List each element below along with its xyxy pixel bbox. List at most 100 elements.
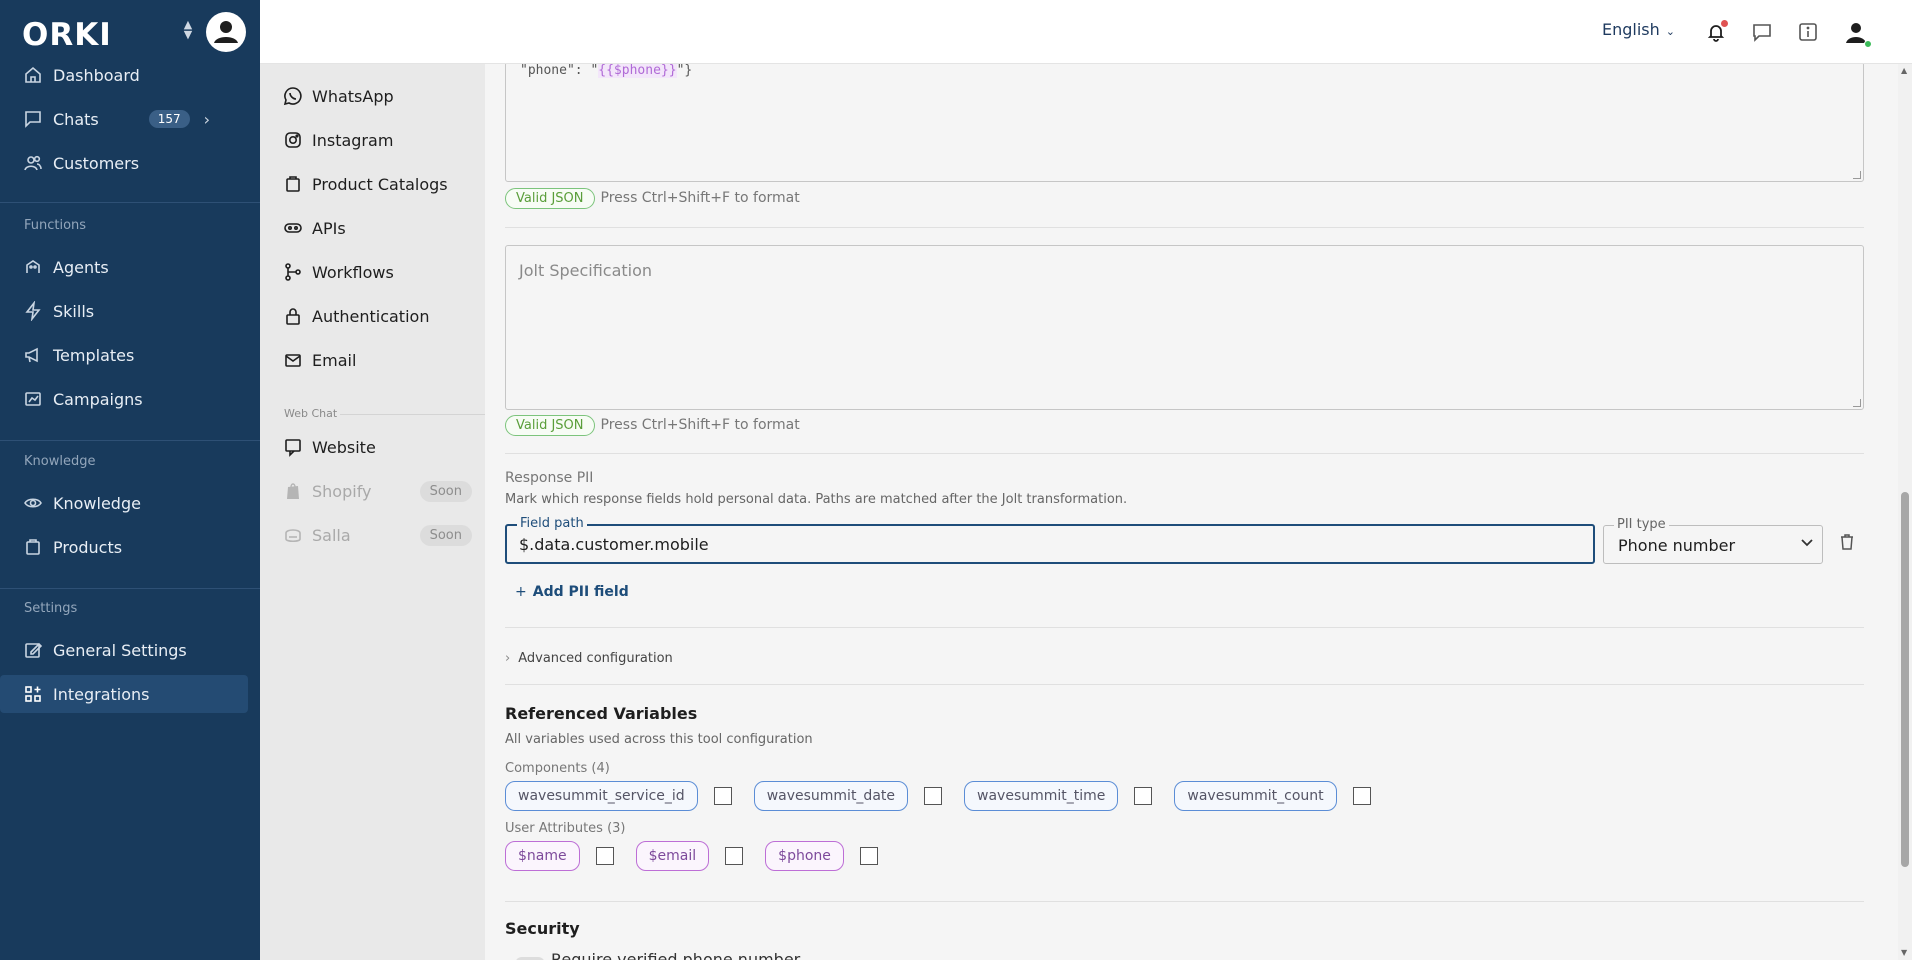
nav-campaigns-label: Campaigns <box>53 389 143 409</box>
nav-templates-label: Templates <box>53 345 135 365</box>
code-variable: {{$phone}} <box>598 64 677 78</box>
nav-agents[interactable]: Agents <box>0 248 248 286</box>
subnav-workflows-label: Workflows <box>312 262 394 282</box>
jolt-validation-row: Valid JSON Press Ctrl+Shift+F to format <box>505 413 800 437</box>
info-icon[interactable] <box>1795 19 1821 45</box>
nav-integrations-label: Integrations <box>53 684 150 704</box>
sidebar-avatar[interactable] <box>206 12 246 52</box>
subnav-authentication-label: Authentication <box>312 306 430 326</box>
settings-section-label: Settings <box>24 601 78 616</box>
component-checkbox[interactable] <box>924 787 943 805</box>
language-selector[interactable]: English ⌄ <box>1602 20 1675 39</box>
jolt-placeholder: Jolt Specification <box>519 261 653 280</box>
soon-badge: Soon <box>419 524 472 546</box>
field-path-input[interactable]: Field path $.data.customer.mobile <box>505 516 1595 564</box>
jolt-spec-editor[interactable]: Jolt Specification <box>505 245 1864 410</box>
referenced-variables-title: Referenced Variables <box>505 704 698 723</box>
user-attr-chip[interactable]: $name <box>505 841 580 871</box>
app-root: ORKI ▲▼ Dashboard Chats 157 › Customers <box>0 0 1912 960</box>
scroll-thumb[interactable] <box>1901 492 1909 867</box>
bell-icon[interactable] <box>1703 19 1729 45</box>
component-chip[interactable]: wavesummit_count <box>1174 781 1337 811</box>
subnav-apis[interactable]: APIs <box>282 212 472 244</box>
nav-knowledge[interactable]: Knowledge <box>0 484 248 522</box>
pii-type-select[interactable]: PII type Phone number <box>1603 517 1823 564</box>
bag-icon <box>282 173 304 195</box>
request-body-editor[interactable]: "phone": "{{$phone}}"} <box>505 64 1864 182</box>
response-pii-label: Response PII <box>505 470 594 486</box>
subnav-email-label: Email <box>312 350 357 370</box>
nav-products[interactable]: Products <box>0 528 248 566</box>
users-icon <box>22 152 44 174</box>
user-attr-checkbox[interactable] <box>725 847 744 865</box>
user-attr-chip[interactable]: $email <box>635 841 710 871</box>
bolt-icon <box>22 300 44 322</box>
subnav-workflows[interactable]: Workflows <box>282 256 472 288</box>
scroll-down-icon[interactable]: ▼ <box>1901 948 1907 957</box>
webchat-section-label: Web Chat <box>284 407 338 420</box>
nav-skills-label: Skills <box>53 301 95 321</box>
advanced-label: Advanced configuration <box>518 651 673 666</box>
user-attributes-chip-row: $name $email $phone <box>505 841 900 871</box>
brand: ORKI ▲ ▼ <box>22 12 252 53</box>
edit-icon <box>22 639 44 661</box>
subnav-authentication[interactable]: Authentication <box>282 300 472 332</box>
language-label: English <box>1602 20 1660 39</box>
top-header: English ⌄ <box>260 0 1912 64</box>
body-validation-row: Valid JSON Press Ctrl+Shift+F to format <box>505 186 800 210</box>
response-pii-description: Mark which response fields hold personal… <box>505 492 1128 507</box>
org-switch-icon[interactable]: ▲ ▼ <box>178 19 198 44</box>
component-checkbox[interactable] <box>713 787 732 805</box>
website-chat-icon <box>282 436 304 458</box>
message-icon[interactable] <box>1749 19 1775 45</box>
components-chip-row: wavesummit_service_id wavesummit_date wa… <box>505 781 1393 811</box>
chevron-right-icon[interactable]: › <box>204 110 210 129</box>
nav-general-settings[interactable]: General Settings <box>0 631 248 669</box>
subnav-product-catalogs[interactable]: Product Catalogs <box>282 168 472 200</box>
nav-chats[interactable]: Chats 157 › <box>0 100 248 138</box>
pii-type-label: PII type <box>1614 517 1669 532</box>
campaign-icon <box>22 388 44 410</box>
component-chip[interactable]: wavesummit_service_id <box>505 781 698 811</box>
trash-icon[interactable] <box>1837 532 1857 552</box>
resize-handle[interactable] <box>1853 399 1861 407</box>
valid-json-badge: Valid JSON <box>505 187 595 209</box>
subnav-instagram[interactable]: Instagram <box>282 124 472 156</box>
subnav-shopify: Shopify Soon <box>282 475 472 507</box>
component-chip[interactable]: wavesummit_date <box>753 781 909 811</box>
component-chip[interactable]: wavesummit_time <box>964 781 1119 811</box>
integrations-subnav: WhatsApp Instagram Product Catalogs APIs… <box>260 64 485 960</box>
add-pii-field-button[interactable]: + Add PII field <box>515 584 629 600</box>
subnav-whatsapp[interactable]: WhatsApp <box>282 80 472 112</box>
nav-campaigns[interactable]: Campaigns <box>0 380 248 418</box>
component-checkbox[interactable] <box>1134 787 1153 805</box>
nav-dashboard[interactable]: Dashboard <box>0 56 248 94</box>
user-attr-checkbox[interactable] <box>859 847 878 865</box>
divider <box>505 627 1864 628</box>
functions-section-label: Functions <box>24 218 87 233</box>
subnav-website-label: Website <box>312 437 376 457</box>
user-attr-checkbox[interactable] <box>595 847 614 865</box>
field-path-label: Field path <box>517 516 587 531</box>
nav-templates[interactable]: Templates <box>0 336 248 374</box>
subnav-email[interactable]: Email <box>282 344 472 376</box>
user-avatar-icon[interactable] <box>1840 16 1872 48</box>
user-attr-chip[interactable]: $phone <box>765 841 844 871</box>
knowledge-section-label: Knowledge <box>24 454 96 469</box>
nav-integrations[interactable]: Integrations <box>0 675 248 713</box>
resize-handle[interactable] <box>1853 171 1861 179</box>
nav-customers[interactable]: Customers <box>0 144 248 182</box>
scroll-up-icon[interactable]: ▲ <box>1901 66 1907 75</box>
subnav-salla-label: Salla <box>312 525 351 545</box>
pii-type-value: Phone number <box>1618 536 1736 555</box>
field-path-value: $.data.customer.mobile <box>519 535 709 554</box>
page-scrollbar[interactable]: ▲ ▼ <box>1898 64 1912 960</box>
component-checkbox[interactable] <box>1352 787 1371 805</box>
divider <box>505 684 1864 685</box>
brand-logo[interactable]: ORKI <box>22 17 112 53</box>
advanced-configuration-toggle[interactable]: › Advanced configuration <box>505 651 673 666</box>
chevron-down-icon <box>1800 534 1814 553</box>
subnav-website[interactable]: Website <box>282 431 472 463</box>
workflow-icon <box>282 261 304 283</box>
nav-skills[interactable]: Skills <box>0 292 248 330</box>
